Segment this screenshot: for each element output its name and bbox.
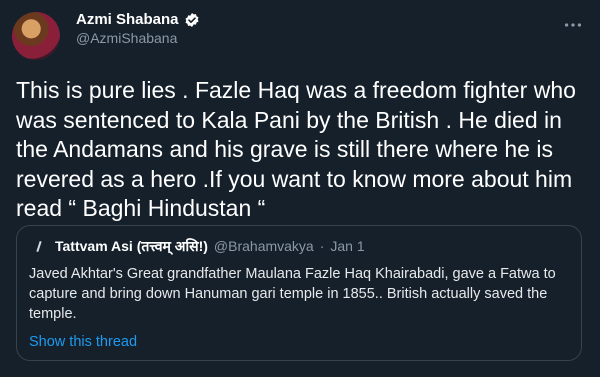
quoted-author-handle: @Brahamvakya	[213, 238, 314, 254]
more-options-icon[interactable]	[562, 14, 584, 36]
quoted-author-name: Tattvam Asi (तत्त्वम् असि!)	[55, 237, 208, 254]
author-name[interactable]: Azmi Shabana	[76, 11, 179, 28]
quoted-avatar	[29, 236, 49, 256]
quoted-separator: ·	[319, 238, 325, 254]
verified-badge-icon	[184, 12, 199, 27]
tweet-author: Azmi Shabana @AzmiShabana	[76, 11, 200, 46]
tweet-text: This is pure lies . Fazle Haq was a free…	[16, 77, 576, 221]
quoted-tweet[interactable]: Tattvam Asi (तत्त्वम् असि!) @Brahamvakya…	[16, 225, 582, 361]
quoted-tweet-text: Javed Akhtar's Great grandfather Maulana…	[29, 266, 556, 322]
author-handle[interactable]: @AzmiShabana	[76, 30, 200, 46]
avatar[interactable]	[12, 12, 60, 60]
show-thread-link[interactable]: Show this thread	[29, 334, 137, 350]
quoted-tweet-header: Tattvam Asi (तत्त्वम् असि!) @Brahamvakya…	[29, 236, 365, 256]
quoted-date: Jan 1	[330, 238, 365, 254]
